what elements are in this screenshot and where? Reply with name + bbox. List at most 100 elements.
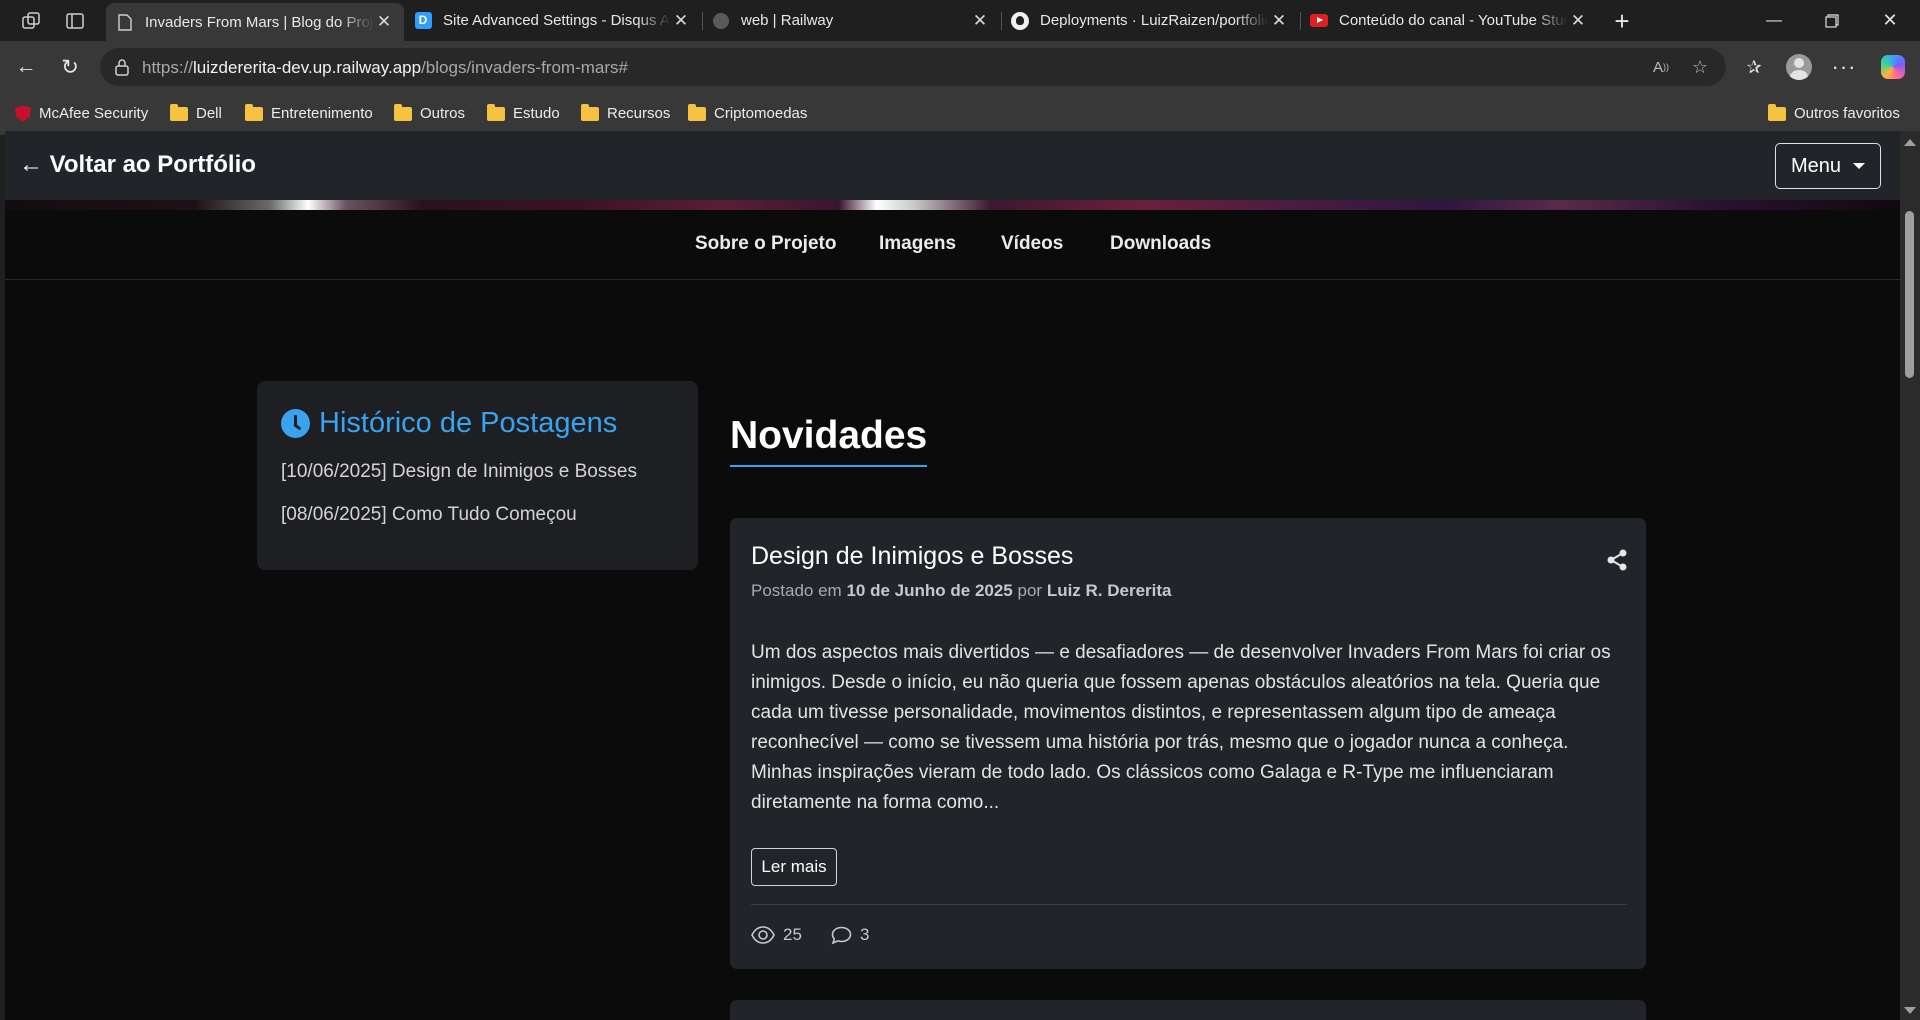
bookmark-entretenimento[interactable]: Entretenimento xyxy=(245,103,373,122)
browser-toolbar: ← ↻ https://luizdererita-dev.up.railway.… xyxy=(0,41,1920,135)
minimize-icon[interactable]: — xyxy=(1745,0,1803,41)
history-post-link[interactable]: [10/06/2025] Design de Inimigos e Bosses xyxy=(281,461,637,483)
menu-label: Menu xyxy=(1790,154,1842,177)
close-tab-icon[interactable]: ✕ xyxy=(374,12,394,32)
browser-tabstrip: Invaders From Mars | Blog do Projeto ✕ D… xyxy=(0,0,1920,41)
folder-icon xyxy=(394,103,412,121)
read-more-button[interactable]: Ler mais xyxy=(751,848,837,886)
subnav-downloads[interactable]: Downloads xyxy=(1110,233,1211,255)
url-host: luizdererita-dev.up.railway.app xyxy=(193,58,422,77)
bookmark-criptomoedas[interactable]: Criptomoedas xyxy=(688,103,808,122)
more-options-icon[interactable]: ··· xyxy=(1826,49,1862,85)
close-tab-icon[interactable]: ✕ xyxy=(970,11,990,31)
bookmark-other-favorites[interactable]: Outros favoritos xyxy=(1768,103,1900,122)
meta-posted-label: Postado em xyxy=(751,581,842,600)
mcafee-icon xyxy=(15,105,31,122)
read-aloud-icon[interactable]: A)) xyxy=(1650,56,1672,78)
folder-icon xyxy=(170,103,188,121)
tab-invaders-blog[interactable]: Invaders From Mars | Blog do Projeto ✕ xyxy=(106,3,404,41)
folder-icon xyxy=(245,103,263,121)
tab-title: Deployments · LuizRaizen/portfolio xyxy=(1040,12,1269,29)
bookmark-estudo[interactable]: Estudo xyxy=(487,103,560,122)
workspaces-icon[interactable] xyxy=(16,6,46,36)
bookmark-label: Criptomoedas xyxy=(714,105,808,122)
back-to-portfolio-link[interactable]: ← Voltar ao Portfólio xyxy=(19,151,256,179)
post-date: 10 de Junho de 2025 xyxy=(846,581,1013,600)
disqus-icon: D xyxy=(414,12,432,30)
profile-icon[interactable] xyxy=(1781,49,1817,85)
url-prefix: https:// xyxy=(142,58,194,77)
project-subnav: Sobre o Projeto Imagens Vídeos Downloads xyxy=(5,210,1900,280)
tab-disqus-settings[interactable]: D Site Advanced Settings - Disqus Admin … xyxy=(404,4,701,37)
views-count: 25 xyxy=(751,925,802,945)
bookmark-outros[interactable]: Outros xyxy=(394,103,466,122)
post-card: Design de Inimigos e Bosses Postado em 1… xyxy=(730,518,1646,969)
subnav-imagens[interactable]: Imagens xyxy=(879,233,956,255)
bookmark-label: Recursos xyxy=(607,105,671,122)
refresh-icon[interactable]: ↻ xyxy=(52,49,88,85)
bookmarks-bar: McAfee Security Dell Entretenimento Outr… xyxy=(0,97,1920,131)
new-tab-icon[interactable]: + xyxy=(1607,6,1637,36)
menu-button[interactable]: Menu xyxy=(1775,143,1881,189)
tab-title: web | Railway xyxy=(741,12,834,29)
meta-by-label: por xyxy=(1017,581,1043,600)
back-icon[interactable]: ← xyxy=(8,49,44,85)
scroll-down-arrow-icon[interactable] xyxy=(1904,1007,1916,1014)
bookmark-label: Entretenimento xyxy=(271,105,373,122)
eye-icon xyxy=(751,926,775,944)
post-history-title: Histórico de Postagens xyxy=(319,407,618,439)
caret-down-icon xyxy=(1853,163,1866,169)
share-icon[interactable] xyxy=(1605,548,1629,572)
restore-icon[interactable] xyxy=(1803,0,1861,41)
close-window-icon[interactable]: ✕ xyxy=(1861,0,1919,41)
close-tab-icon[interactable]: ✕ xyxy=(1269,11,1289,31)
folder-icon xyxy=(581,103,599,121)
vertical-tabs-icon[interactable] xyxy=(60,6,90,36)
bookmark-mcafee[interactable]: McAfee Security xyxy=(15,105,148,122)
address-bar[interactable]: https://luizdererita-dev.up.railway.app/… xyxy=(100,48,1726,86)
bookmark-dell[interactable]: Dell xyxy=(170,103,222,122)
subnav-videos[interactable]: Vídeos xyxy=(1001,233,1063,255)
bookmark-label: Outros favoritos xyxy=(1794,105,1900,122)
close-tab-icon[interactable]: ✕ xyxy=(1568,11,1588,31)
copilot-icon[interactable] xyxy=(1875,49,1911,85)
tab-title: Site Advanced Settings - Disqus Admin xyxy=(443,12,671,29)
bookmark-label: Estudo xyxy=(513,105,560,122)
scroll-up-arrow-icon[interactable] xyxy=(1904,139,1916,146)
card-divider xyxy=(751,904,1627,905)
favorites-icon[interactable]: ✰ xyxy=(1736,49,1772,85)
hero-image-strip xyxy=(5,200,1900,210)
folder-icon xyxy=(487,103,505,121)
tab-github-deployments[interactable]: Deployments · LuizRaizen/portfolio ✕ xyxy=(1001,4,1299,37)
bookmark-label: Outros xyxy=(420,105,466,122)
close-tab-icon[interactable]: ✕ xyxy=(671,11,691,31)
post-author: Luiz R. Dererita xyxy=(1046,581,1172,600)
folder-icon xyxy=(1768,103,1786,121)
comment-icon xyxy=(831,926,852,945)
comments-count: 3 xyxy=(831,925,869,945)
views-value: 25 xyxy=(783,925,802,944)
favorite-star-icon[interactable]: ☆ xyxy=(1689,56,1711,78)
url-text[interactable]: https://luizdererita-dev.up.railway.app/… xyxy=(142,58,628,78)
url-path: /blogs/invaders-from-mars# xyxy=(421,58,628,77)
tab-title: Invaders From Mars | Blog do Projeto xyxy=(145,13,374,31)
page-scrollbar[interactable] xyxy=(1900,131,1920,1020)
comments-value: 3 xyxy=(860,925,870,944)
tab-youtube-studio[interactable]: Conteúdo do canal - YouTube Studio ✕ xyxy=(1300,4,1598,37)
lock-icon[interactable] xyxy=(113,58,131,76)
bookmark-recursos[interactable]: Recursos xyxy=(581,103,671,122)
section-title: Novidades xyxy=(730,414,928,457)
scrollbar-thumb[interactable] xyxy=(1905,211,1914,378)
page-viewport: ← Voltar ao Portfólio Menu Sobre o Proje… xyxy=(5,131,1900,1020)
youtube-icon xyxy=(1310,12,1328,30)
post-history-header: Histórico de Postagens xyxy=(281,407,617,440)
subnav-sobre-o-projeto[interactable]: Sobre o Projeto xyxy=(695,233,836,255)
history-post-link[interactable]: [08/06/2025] Como Tudo Começou xyxy=(281,504,577,526)
post-title: Design de Inimigos e Bosses xyxy=(751,542,1074,570)
bookmark-label: McAfee Security xyxy=(39,105,149,122)
post-meta: Postado em 10 de Junho de 2025 por Luiz … xyxy=(751,581,1172,601)
clock-icon xyxy=(281,409,310,438)
tab-railway[interactable]: web | Railway ✕ xyxy=(702,4,1000,37)
post-history-sidebar: Histórico de Postagens [10/06/2025] Desi… xyxy=(257,381,698,570)
bookmark-label: Dell xyxy=(196,105,222,122)
